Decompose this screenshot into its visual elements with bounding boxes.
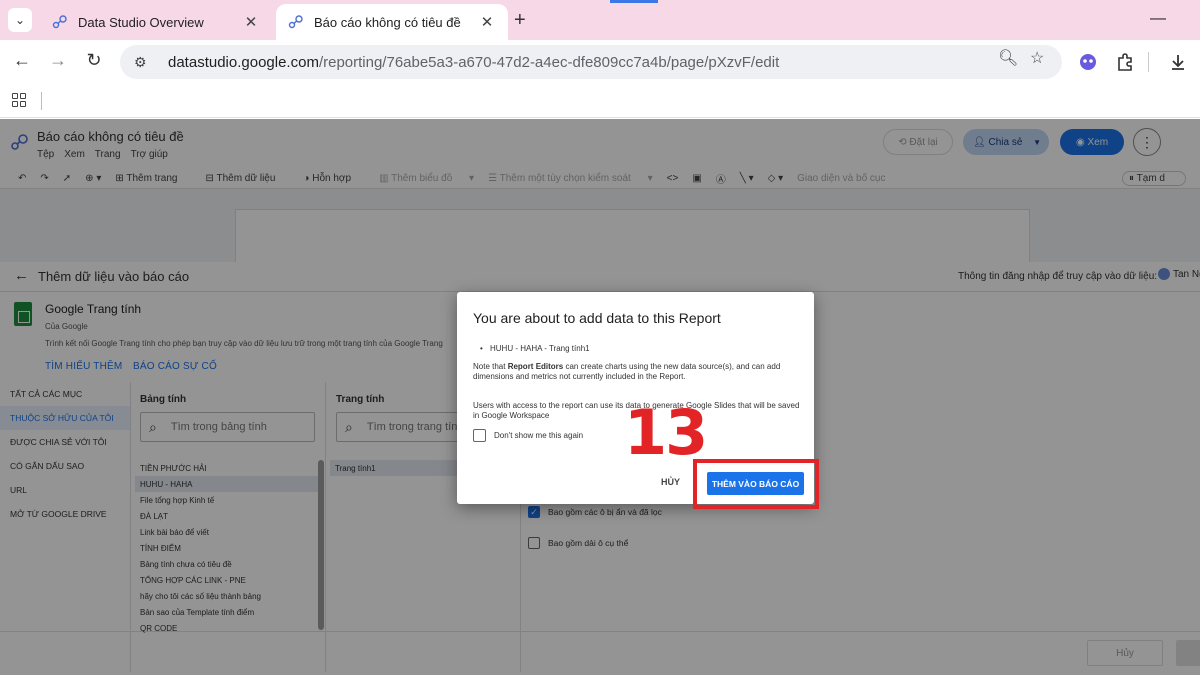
dont-show-again-checkbox[interactable]: Don't show me this again <box>473 429 583 442</box>
tab-report[interactable]: Báo cáo không có tiêu đề ✕ <box>276 4 508 40</box>
extensions-puzzle-icon[interactable] <box>1115 52 1135 72</box>
tab-title: Báo cáo không có tiêu đề <box>314 14 461 30</box>
chevron-down-icon: ⌄ <box>14 13 26 27</box>
close-icon[interactable]: ✕ <box>242 13 260 31</box>
dialog-title: You are about to add data to this Report <box>473 310 721 326</box>
forward-icon[interactable]: → <box>46 50 70 71</box>
tab-strip: ⌄ Data Studio Overview ✕ Báo cáo không c… <box>0 0 1200 40</box>
data-studio-icon <box>288 15 303 29</box>
site-settings-icon[interactable]: ⚙ <box>134 54 154 71</box>
dialog-cancel-button[interactable]: HỦY <box>661 477 680 487</box>
tab-data-studio-overview[interactable]: Data Studio Overview ✕ <box>40 4 272 40</box>
toolbar-divider <box>1148 52 1149 72</box>
download-icon[interactable] <box>1168 52 1188 72</box>
zoom-icon[interactable]: 🔍︎ <box>998 48 1018 68</box>
extension-avatar-icon[interactable] <box>1078 52 1098 72</box>
minimize-button[interactable]: — <box>1150 10 1166 28</box>
url-text: datastudio.google.com/reporting/76abe5a3… <box>168 53 780 71</box>
highlight-box <box>693 459 819 509</box>
data-source-item: HUHU - HAHA - Trang tính1 <box>480 344 590 353</box>
tab-search-button[interactable]: ⌄ <box>8 8 32 32</box>
back-icon[interactable]: ← <box>10 50 34 71</box>
close-icon[interactable]: ✕ <box>478 13 496 31</box>
tab-title: Data Studio Overview <box>78 14 204 30</box>
checkbox[interactable] <box>473 429 486 442</box>
browser-toolbar: ← → ↻ ⚙ datastudio.google.com/reporting/… <box>0 40 1200 84</box>
apps-grid-icon[interactable] <box>12 93 26 107</box>
data-studio-icon <box>52 15 67 29</box>
address-bar[interactable]: ⚙ datastudio.google.com/reporting/76abe5… <box>120 45 1062 79</box>
reload-icon[interactable]: ↻ <box>82 50 106 71</box>
bookmarks-bar <box>0 84 1200 118</box>
new-tab-button[interactable]: + <box>514 9 526 32</box>
profile-indicator <box>610 0 658 3</box>
dialog-note: Note that Report Editors can create char… <box>473 362 781 381</box>
step-number: 13 <box>624 396 708 469</box>
bookmarks-divider <box>41 92 42 110</box>
star-icon[interactable]: ☆ <box>1030 48 1044 68</box>
